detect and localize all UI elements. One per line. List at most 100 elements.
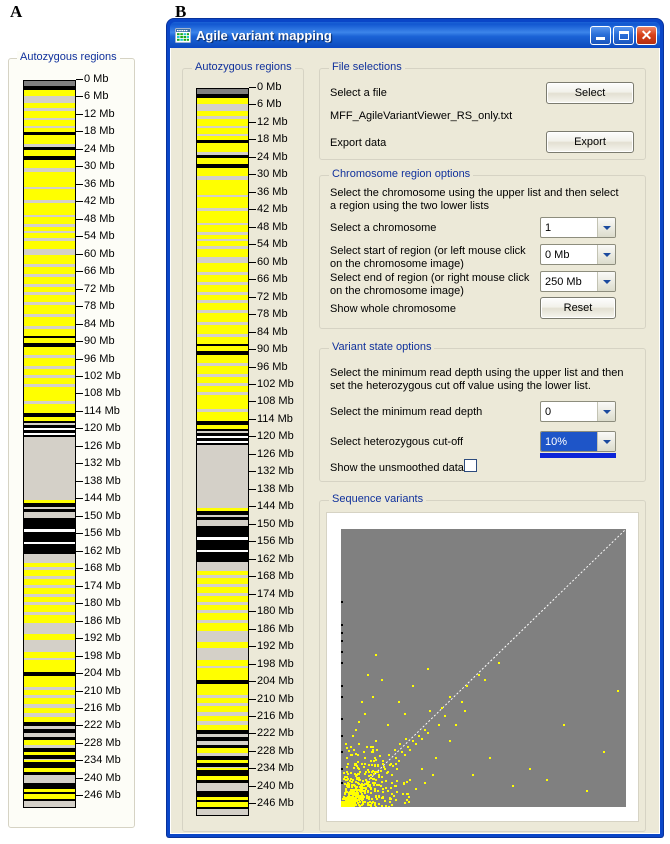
ideogram-tick-line bbox=[76, 760, 83, 762]
scatter-point bbox=[395, 798, 398, 801]
region-start-select[interactable]: 0 Mb bbox=[540, 244, 616, 265]
figure-root: A B Autozygous regions 0 Mb 6 Mb 12 Mb 18 M… bbox=[0, 0, 670, 844]
ideogram-tick-line bbox=[249, 541, 256, 543]
ideogram-band bbox=[197, 324, 248, 334]
ideogram-tick-line bbox=[249, 628, 256, 630]
scatter-point bbox=[375, 740, 378, 743]
diagonal-reference-line bbox=[341, 529, 626, 807]
ideogram-tick-label: 186 Mb bbox=[84, 614, 121, 627]
ideogram-tick-label: 186 Mb bbox=[257, 622, 294, 635]
ideogram-tick-label: 138 Mb bbox=[257, 482, 294, 495]
scatter-point bbox=[383, 768, 386, 771]
ideogram-tick-line bbox=[76, 707, 83, 709]
ideogram-band bbox=[24, 622, 75, 635]
scatter-point bbox=[364, 801, 367, 804]
ideogram-bands-panel-b[interactable] bbox=[196, 88, 249, 816]
chevron-down-icon[interactable] bbox=[597, 432, 615, 451]
region-start-value: 0 Mb bbox=[545, 248, 570, 261]
chevron-down-icon[interactable] bbox=[597, 218, 615, 237]
file-selections-groupbox: File selections Select a file Select MFF… bbox=[319, 61, 646, 160]
ideogram-tick-label: 216 Mb bbox=[257, 709, 294, 722]
ideogram-tick-line bbox=[249, 453, 256, 455]
scatter-point bbox=[403, 781, 406, 784]
window-titlebar[interactable]: Agile variant mapping ✕ bbox=[170, 22, 660, 48]
scatter-point bbox=[358, 798, 361, 801]
ideogram-tick-line bbox=[76, 236, 83, 238]
scatter-point bbox=[443, 715, 446, 718]
ideogram-tick-label: 6 Mb bbox=[257, 98, 282, 111]
ideogram-tick-label: 150 Mb bbox=[257, 517, 294, 530]
ideogram-band bbox=[24, 266, 75, 275]
ideogram-tick-label: 174 Mb bbox=[257, 587, 294, 600]
ideogram-tick: 192 Mb bbox=[249, 641, 294, 652]
region-end-select[interactable]: 250 Mb bbox=[540, 271, 616, 292]
scatter-point bbox=[472, 773, 475, 776]
ideogram-tick-line bbox=[76, 673, 83, 675]
ideogram-band bbox=[24, 531, 75, 542]
scatter-point bbox=[398, 759, 400, 762]
ideogram-tick-label: 138 Mb bbox=[84, 474, 121, 487]
ideogram-tick: 42 Mb bbox=[76, 196, 115, 207]
scatter-point bbox=[356, 766, 359, 769]
ideogram-tick: 228 Mb bbox=[76, 737, 121, 749]
scatter-point bbox=[377, 776, 380, 778]
scatter-point bbox=[366, 673, 369, 676]
ideogram-band bbox=[24, 605, 75, 613]
ideogram-tick: 24 Mb bbox=[249, 151, 288, 163]
close-button[interactable]: ✕ bbox=[636, 25, 657, 45]
select-file-button[interactable]: Select bbox=[546, 82, 634, 104]
ideogram-tick-label: 156 Mb bbox=[84, 527, 121, 540]
ideogram-band bbox=[197, 623, 248, 631]
ideogram-tick-label: 162 Mb bbox=[84, 544, 121, 557]
ideogram-tick: 96 Mb bbox=[76, 353, 115, 365]
min-read-depth-select[interactable]: 0 bbox=[540, 401, 616, 422]
scatter-point bbox=[363, 762, 366, 765]
ideogram-tick-line bbox=[76, 218, 83, 220]
chromosome-select[interactable]: 1 bbox=[540, 217, 616, 238]
ideogram-band bbox=[24, 544, 75, 555]
scatter-point bbox=[350, 754, 353, 757]
scatter-point bbox=[356, 799, 358, 802]
ideogram-tick: 168 Mb bbox=[249, 571, 294, 582]
ideogram-tick-line bbox=[76, 376, 83, 378]
scatter-point bbox=[477, 673, 480, 676]
heterozygous-cutoff-select[interactable]: 10% bbox=[540, 431, 616, 452]
ideogram-tick-label: 66 Mb bbox=[84, 265, 115, 278]
ideogram-tick-line bbox=[76, 166, 83, 168]
scatter-point bbox=[363, 712, 366, 715]
chromosome-ideogram-panel-b[interactable]: 0 Mb 6 Mb 12 Mb 18 Mb 24 Mb 30 Mb 36 Mb 42 Mb 48… bbox=[196, 82, 311, 816]
ideogram-tick-label: 144 Mb bbox=[84, 492, 121, 505]
sequence-variants-scatter-plot[interactable] bbox=[341, 529, 626, 807]
ideogram-tick: 90 Mb bbox=[249, 344, 288, 355]
ideogram-band bbox=[24, 676, 75, 687]
scatter-point bbox=[418, 734, 420, 737]
ideogram-bands-panel-a[interactable] bbox=[23, 80, 76, 808]
chromosome-ideogram-panel-a[interactable]: 0 Mb 6 Mb 12 Mb 18 Mb 24 Mb 30 Mb 36 Mb 42 Mb 48… bbox=[23, 74, 138, 808]
show-unsmoothed-checkbox[interactable] bbox=[464, 459, 477, 472]
scatter-point bbox=[356, 761, 359, 764]
scatter-point bbox=[449, 740, 452, 743]
scatter-point bbox=[529, 768, 532, 771]
maximize-button[interactable] bbox=[613, 25, 634, 45]
scatter-point bbox=[390, 773, 393, 776]
ideogram-tick-line bbox=[249, 681, 256, 683]
chevron-down-icon[interactable] bbox=[597, 402, 615, 421]
scatter-point bbox=[375, 748, 378, 751]
chevron-down-icon[interactable] bbox=[597, 245, 615, 264]
ideogram-tick-line bbox=[76, 183, 83, 185]
scatter-point bbox=[360, 789, 363, 792]
ideogram-tick-label: 84 Mb bbox=[257, 325, 288, 338]
scatter-point bbox=[373, 770, 376, 773]
ideogram-band bbox=[24, 357, 75, 367]
scatter-point bbox=[394, 748, 396, 751]
ideogram-tick-line bbox=[249, 384, 256, 386]
scatter-point bbox=[395, 768, 398, 771]
chevron-down-icon[interactable] bbox=[597, 272, 615, 291]
minimize-button[interactable] bbox=[590, 25, 611, 45]
scatter-point bbox=[376, 798, 379, 800]
scatter-point bbox=[379, 770, 382, 773]
edge-marker-point bbox=[341, 631, 343, 634]
reset-button[interactable]: Reset bbox=[540, 297, 616, 319]
export-data-button[interactable]: Export bbox=[546, 131, 634, 153]
scatter-point bbox=[388, 806, 391, 807]
